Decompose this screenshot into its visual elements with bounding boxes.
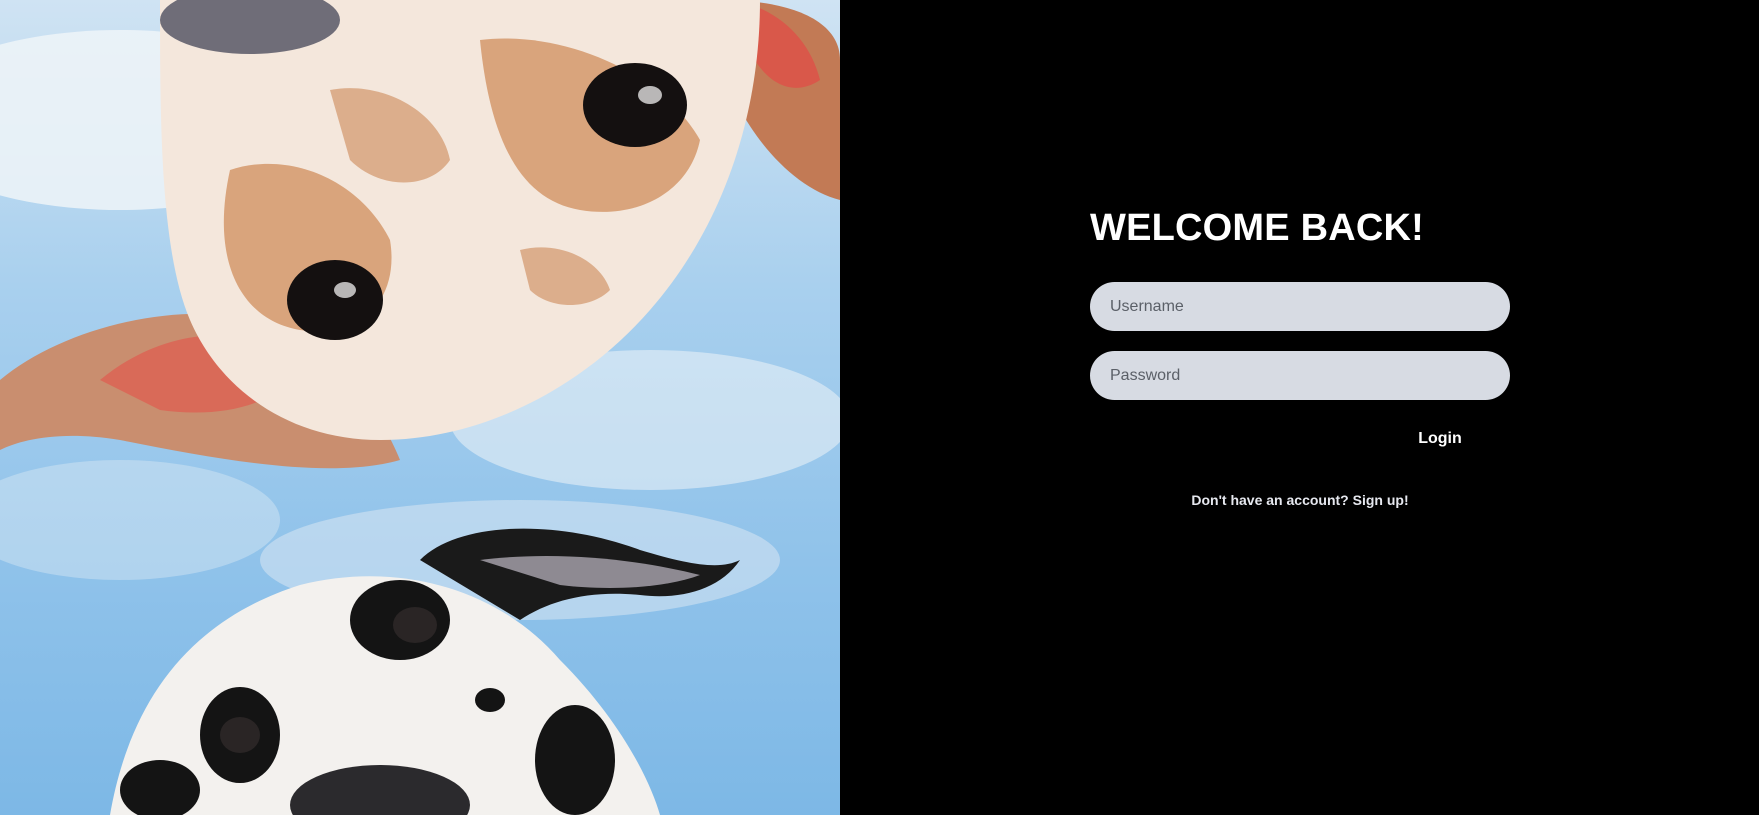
login-button[interactable]: Login — [1400, 422, 1480, 456]
login-panel: WELCOME BACK! Login Don't have an accoun… — [840, 0, 1759, 815]
login-form: WELCOME BACK! Login Don't have an accoun… — [1090, 206, 1510, 508]
page-title: WELCOME BACK! — [1090, 207, 1425, 249]
dogs-illustration — [0, 0, 840, 815]
login-actions: Login — [1090, 422, 1510, 462]
signup-link[interactable]: Don't have an account? Sign up! — [1090, 492, 1510, 508]
login-page: WELCOME BACK! Login Don't have an accoun… — [0, 0, 1759, 815]
hero-photo — [0, 0, 840, 815]
password-input[interactable] — [1090, 351, 1510, 400]
username-input[interactable] — [1090, 282, 1510, 331]
